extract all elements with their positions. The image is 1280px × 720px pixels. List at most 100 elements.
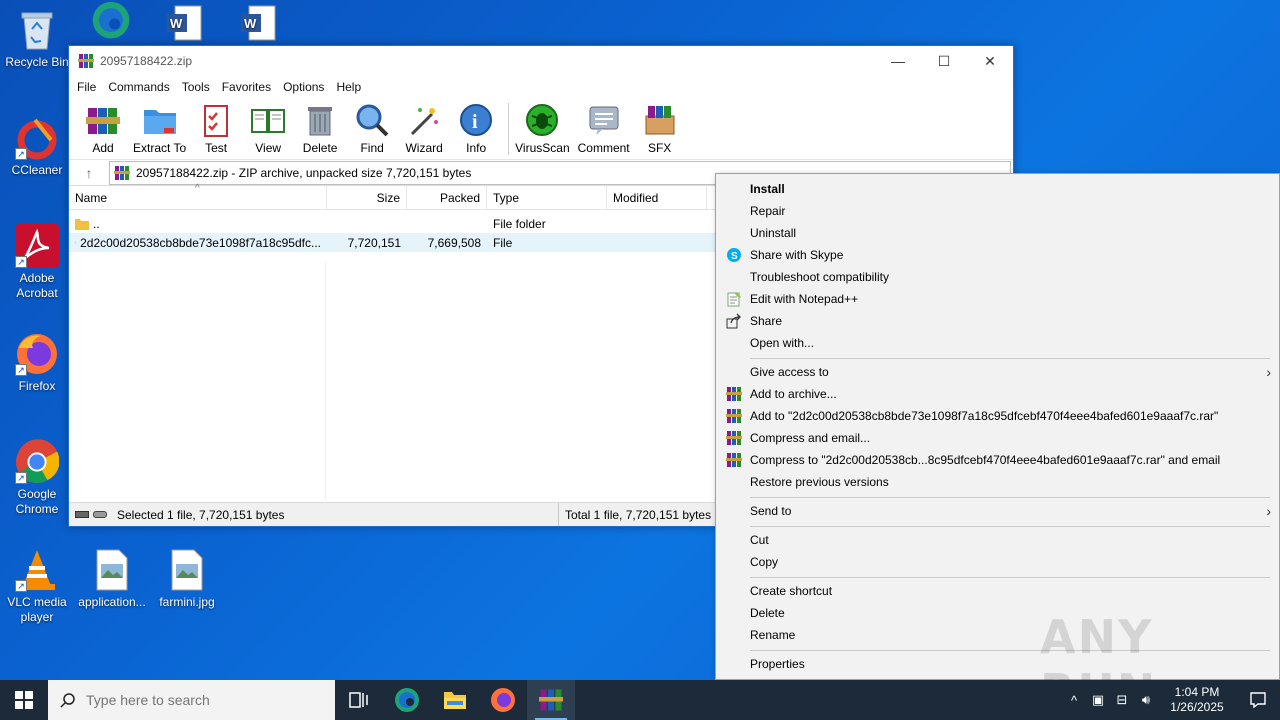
file-name: 2d2c00d20538cb8bde73e1098f7a18c95dfc... xyxy=(80,235,321,250)
up-arrow-icon[interactable]: ↑ xyxy=(69,165,109,181)
wizard-button[interactable]: Wizard xyxy=(402,102,446,159)
task-view-icon xyxy=(349,692,368,708)
toolbar-separator xyxy=(508,103,510,155)
extract-to-button[interactable]: Extract To xyxy=(133,102,186,159)
menu-help[interactable]: Help xyxy=(330,80,367,94)
menu-options[interactable]: Options xyxy=(277,80,330,94)
taskbar-winrar[interactable] xyxy=(527,680,575,720)
chrome-icon: ↗ xyxy=(15,439,59,484)
volume-icon[interactable]: 🔊︎ xyxy=(1134,692,1158,708)
menu-item-share-with-skype[interactable]: S Share with Skype xyxy=(716,244,1279,266)
column-type[interactable]: Type xyxy=(487,186,607,209)
taskbar-firefox[interactable] xyxy=(479,680,527,720)
desktop-icon-firefox[interactable]: ↗ Firefox xyxy=(0,332,74,394)
title-bar[interactable]: 20957188422.zip — ☐ ✕ xyxy=(69,46,1013,76)
taskbar-search[interactable] xyxy=(48,680,335,720)
virusscan-button[interactable]: VirusScan xyxy=(515,102,570,159)
menu-item-compress-to-rar-email[interactable]: Compress to "2d2c00d20538cb...8c95dfcebf… xyxy=(716,449,1279,471)
column-packed[interactable]: Packed xyxy=(407,186,487,209)
menu-item-compress-email[interactable]: Compress and email... xyxy=(716,427,1279,449)
desktop-icon-vlc[interactable]: ↗ VLC media player xyxy=(0,548,74,625)
view-book-icon xyxy=(251,109,286,133)
minimize-button[interactable]: — xyxy=(875,46,921,76)
menu-favorites[interactable]: Favorites xyxy=(216,80,277,94)
file-type: File xyxy=(493,235,513,250)
view-button[interactable]: View xyxy=(246,102,290,159)
delete-button[interactable]: Delete xyxy=(298,102,342,159)
windows-logo-icon xyxy=(15,691,33,709)
menu-item-install[interactable]: Install xyxy=(716,178,1279,200)
menu-tools[interactable]: Tools xyxy=(176,80,216,94)
menu-item-give-access[interactable]: Give access to › xyxy=(716,361,1279,383)
sfx-button[interactable]: SFX xyxy=(638,102,682,159)
menu-item-uninstall[interactable]: Uninstall xyxy=(716,222,1279,244)
menu-item-add-to-archive[interactable]: Add to archive... xyxy=(716,383,1279,405)
virus-scan-icon xyxy=(526,104,559,136)
info-button[interactable]: i Info xyxy=(454,102,498,159)
find-button[interactable]: Find xyxy=(350,102,394,159)
test-button[interactable]: Test xyxy=(194,102,238,159)
taskbar-file-explorer[interactable] xyxy=(431,680,479,720)
clock[interactable]: 1:04 PM 1/26/2025 xyxy=(1158,685,1236,715)
column-modified[interactable]: Modified xyxy=(607,186,707,209)
desktop-icon-edge[interactable] xyxy=(74,0,148,47)
desktop-icon-word-1[interactable]: W xyxy=(148,0,222,47)
menu-item-open-with[interactable]: Open with... xyxy=(716,332,1279,354)
desktop-icon-recycle-bin[interactable]: Recycle Bin xyxy=(0,8,74,70)
add-button[interactable]: Add xyxy=(81,102,125,159)
shortcut-arrow-icon: ↗ xyxy=(15,148,27,160)
menu-item-copy[interactable]: Copy xyxy=(716,551,1279,573)
firefox-icon xyxy=(491,688,515,712)
desktop-icon-ccleaner[interactable]: ↗ CCleaner xyxy=(0,116,74,178)
share-icon xyxy=(726,313,741,329)
folder-extract-icon xyxy=(143,110,176,134)
comment-button[interactable]: Comment xyxy=(578,102,630,159)
desktop-icon-label: Firefox xyxy=(18,379,56,393)
maximize-button[interactable]: ☐ xyxy=(921,46,967,76)
close-button[interactable]: ✕ xyxy=(967,46,1013,76)
zip-archive-icon xyxy=(114,165,130,180)
column-size[interactable]: Size xyxy=(327,186,407,209)
start-button[interactable] xyxy=(0,680,48,720)
device-icon[interactable]: ▣ xyxy=(1086,692,1110,708)
taskbar-edge[interactable] xyxy=(383,680,431,720)
notification-button[interactable] xyxy=(1236,680,1280,720)
desktop-icon-adobe-acrobat[interactable]: ↗ Adobe Acrobat xyxy=(0,224,74,301)
winrar-icon xyxy=(78,54,94,68)
task-view-button[interactable] xyxy=(335,680,383,720)
network-icon[interactable]: ⊟ xyxy=(1110,692,1134,708)
desktop-icon-application[interactable]: application... xyxy=(75,548,149,610)
search-input[interactable] xyxy=(86,692,306,708)
tree-pane xyxy=(69,261,326,500)
desktop-icon-label: CCleaner xyxy=(11,163,63,177)
desktop-icon-label: Recycle Bin xyxy=(5,55,69,69)
menu-item-add-to-rar[interactable]: Add to "2d2c00d20538cb8bde73e1098f7a18c9… xyxy=(716,405,1279,427)
chevron-up-icon[interactable]: ^ xyxy=(1062,693,1086,708)
search-icon xyxy=(60,693,75,708)
desktop-icon-word-2[interactable]: W xyxy=(222,0,296,47)
desktop-icon-label: Adobe Acrobat xyxy=(16,271,58,300)
notification-icon xyxy=(1250,692,1266,709)
window-title: 20957188422.zip xyxy=(100,54,193,68)
menu-item-share[interactable]: Share xyxy=(716,310,1279,332)
menu-item-send-to[interactable]: Send to › xyxy=(716,500,1279,522)
menu-item-edit-notepadpp[interactable]: Edit with Notepad++ xyxy=(716,288,1279,310)
svg-text:i: i xyxy=(472,111,478,133)
menu-commands[interactable]: Commands xyxy=(102,80,175,94)
menu-item-repair[interactable]: Repair xyxy=(716,200,1279,222)
menu-item-restore-versions[interactable]: Restore previous versions xyxy=(716,471,1279,493)
adobe-acrobat-icon: ↗ xyxy=(15,224,59,268)
menu-item-cut[interactable]: Cut xyxy=(716,529,1279,551)
shortcut-arrow-icon: ↗ xyxy=(15,364,27,376)
test-clipboard-icon xyxy=(204,105,229,137)
menu-item-troubleshoot[interactable]: Troubleshoot compatibility xyxy=(716,266,1279,288)
desktop-icon-label: application... xyxy=(78,595,146,609)
svg-text:S: S xyxy=(731,251,738,262)
word-document-icon: W xyxy=(237,0,281,44)
menu-item-create-shortcut[interactable]: Create shortcut xyxy=(716,580,1279,602)
menu-file[interactable]: File xyxy=(71,80,102,94)
desktop-icon-google-chrome[interactable]: ↗ Google Chrome xyxy=(0,439,74,517)
table-row[interactable]: 2d2c00d20538cb8bde73e1098f7a18c95dfc... … xyxy=(69,233,715,252)
desktop-icon-farmini[interactable]: farmini.jpg xyxy=(150,548,224,610)
recycle-bin-icon xyxy=(15,8,59,52)
